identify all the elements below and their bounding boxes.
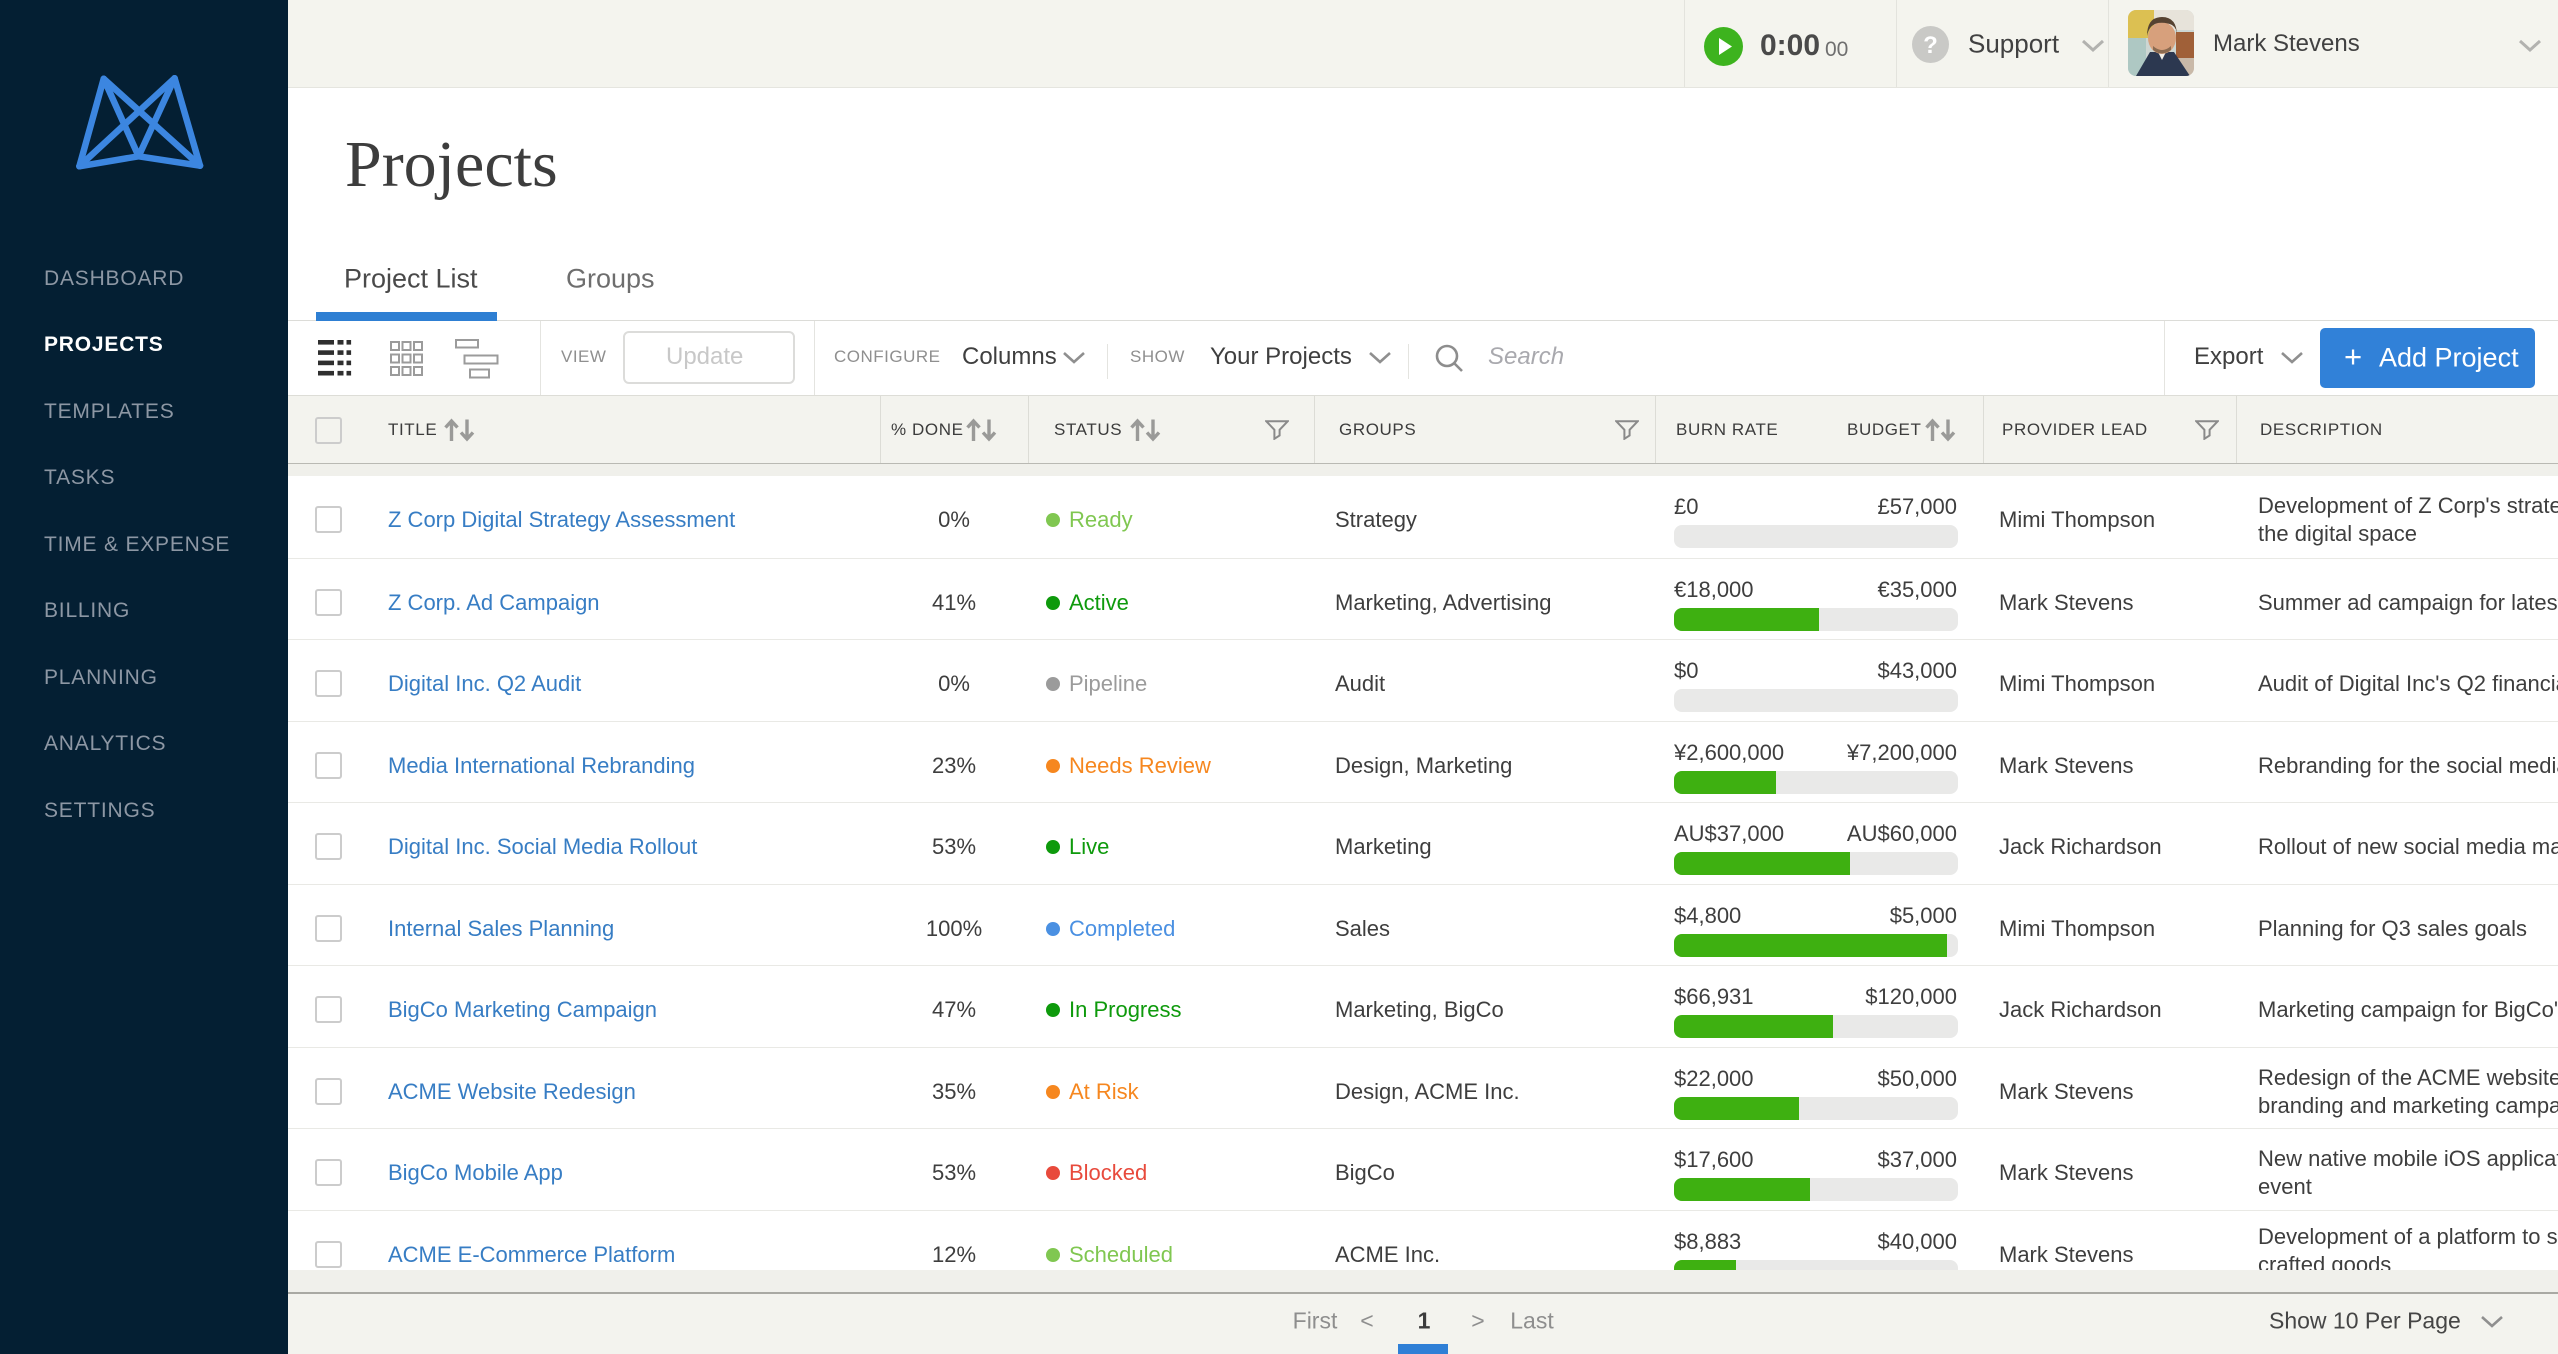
svg-text:?: ?: [1923, 32, 1938, 59]
